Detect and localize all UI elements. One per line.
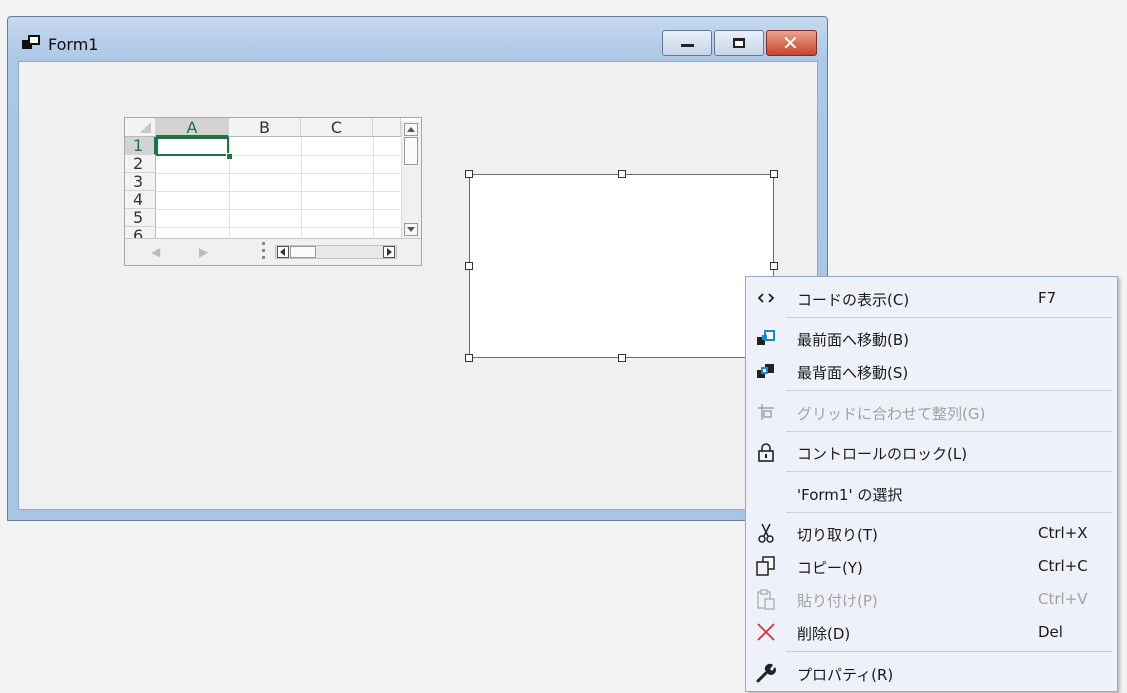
menu-item-delete[interactable]: 削除(D) Del xyxy=(746,617,1117,647)
minimize-button[interactable] xyxy=(662,30,712,56)
sheet-prev-icon[interactable]: ◀ xyxy=(151,245,160,259)
menu-separator xyxy=(786,512,1112,513)
horizontal-scroll-thumb[interactable] xyxy=(290,246,316,258)
resize-handle-left[interactable] xyxy=(465,262,473,270)
menu-separator xyxy=(786,651,1112,652)
row-header-4[interactable]: 4 xyxy=(125,191,156,209)
form-icon xyxy=(22,35,40,51)
sheet-next-icon[interactable]: ▶ xyxy=(199,245,208,259)
vertical-scrollbar[interactable] xyxy=(401,121,421,238)
scroll-left-icon[interactable] xyxy=(277,246,289,258)
column-header-next[interactable] xyxy=(373,118,401,137)
align-to-grid-icon xyxy=(754,401,778,423)
resize-handle-top[interactable] xyxy=(618,170,626,178)
maximize-button[interactable] xyxy=(714,30,764,56)
menu-item-select-form[interactable]: 'Form1' の選択 xyxy=(746,478,1117,508)
close-icon: ✕ xyxy=(782,31,799,55)
sheet-tab-bar: ◀ ▶ xyxy=(125,238,421,265)
row-header-5[interactable]: 5 xyxy=(125,209,156,227)
fill-handle[interactable] xyxy=(226,153,233,160)
menu-item-align-to-grid[interactable]: グリッドに合わせて整列(G) xyxy=(746,397,1117,427)
selected-control[interactable] xyxy=(469,174,774,358)
cut-icon xyxy=(754,522,778,544)
maximize-icon xyxy=(733,38,745,48)
menu-item-bring-to-front[interactable]: 最前面へ移動(B) xyxy=(746,323,1117,353)
menu-item-paste[interactable]: 貼り付け(P) Ctrl+V xyxy=(746,584,1117,614)
copy-icon xyxy=(754,555,778,577)
resize-handle-bottom-left[interactable] xyxy=(465,354,473,362)
column-header-c[interactable]: C xyxy=(301,118,373,137)
column-header-a[interactable]: A xyxy=(156,118,229,137)
menu-item-view-code[interactable]: コードの表示(C) F7 xyxy=(746,283,1117,313)
context-menu: コードの表示(C) F7 最前面へ移動(B) 最背面へ移動(S) グリッドに合わ… xyxy=(745,276,1118,692)
spreadsheet-control[interactable]: A B C 1 2 3 4 5 6 ◀ ▶ xyxy=(124,117,422,266)
bring-to-front-icon xyxy=(754,327,778,349)
grid-line xyxy=(156,227,400,228)
delete-icon xyxy=(754,621,778,643)
menu-item-cut[interactable]: 切り取り(T) Ctrl+X xyxy=(746,518,1117,548)
window-title: Form1 xyxy=(48,35,99,54)
splitter-grip[interactable] xyxy=(262,242,265,262)
resize-handle-top-left[interactable] xyxy=(465,170,473,178)
resize-handle-bottom[interactable] xyxy=(618,354,626,362)
send-to-back-icon xyxy=(754,360,778,382)
vertical-scroll-thumb[interactable] xyxy=(404,137,418,165)
scroll-down-icon[interactable] xyxy=(404,223,418,236)
lock-icon xyxy=(754,441,778,463)
grid-line xyxy=(301,137,302,238)
row-header-3[interactable]: 3 xyxy=(125,173,156,191)
scroll-right-icon[interactable] xyxy=(383,246,395,258)
resize-handle-top-right[interactable] xyxy=(770,170,778,178)
horizontal-scrollbar[interactable] xyxy=(275,245,397,259)
menu-item-properties[interactable]: プロパティ(R) xyxy=(746,658,1117,688)
menu-separator xyxy=(786,390,1112,391)
scroll-up-icon[interactable] xyxy=(404,123,418,136)
grid-line xyxy=(156,173,400,174)
close-button[interactable]: ✕ xyxy=(766,30,817,56)
column-header-b[interactable]: B xyxy=(229,118,301,137)
menu-item-lock-controls[interactable]: コントロールのロック(L) xyxy=(746,437,1117,467)
menu-item-send-to-back[interactable]: 最背面へ移動(S) xyxy=(746,356,1117,386)
code-icon xyxy=(754,287,778,309)
paste-icon xyxy=(754,588,778,610)
menu-item-copy[interactable]: コピー(Y) Ctrl+C xyxy=(746,551,1117,581)
minimize-icon xyxy=(681,44,694,47)
grid-line xyxy=(156,191,400,192)
menu-separator xyxy=(786,431,1112,432)
resize-handle-right[interactable] xyxy=(770,262,778,270)
properties-wrench-icon xyxy=(754,662,778,684)
row-header-2[interactable]: 2 xyxy=(125,155,156,173)
active-cell-a1[interactable] xyxy=(156,137,229,156)
grid-line xyxy=(373,137,374,238)
grid-line xyxy=(156,209,400,210)
menu-separator xyxy=(786,317,1112,318)
menu-separator xyxy=(786,471,1112,472)
row-header-1[interactable]: 1 xyxy=(125,137,156,155)
select-all-corner[interactable] xyxy=(125,118,156,137)
